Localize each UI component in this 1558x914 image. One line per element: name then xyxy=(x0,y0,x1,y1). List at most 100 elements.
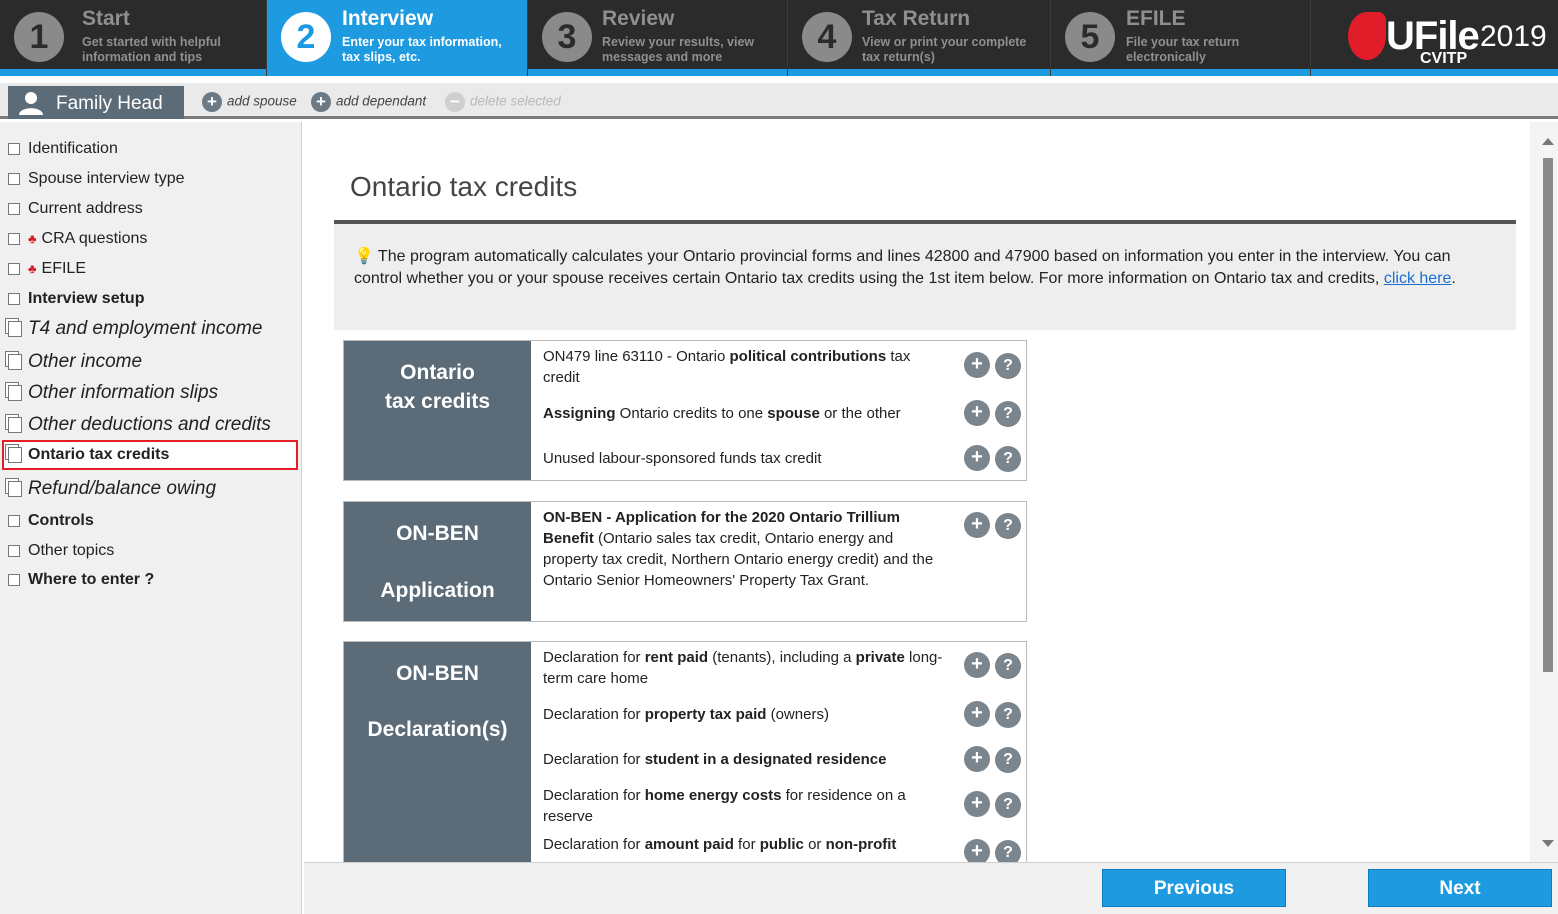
row-student-residence: Declaration for student in a designated … xyxy=(543,751,887,768)
add-icon[interactable]: + xyxy=(964,839,990,862)
main-content: Ontario tax credits 💡 The program automat… xyxy=(304,122,1530,862)
help-icon[interactable]: ? xyxy=(995,446,1021,472)
nav-efile[interactable]: ♣ EFILE xyxy=(8,260,86,278)
nav-refund-balance-owing[interactable]: Refund/balance owing xyxy=(8,478,216,500)
checkbox-icon xyxy=(8,292,20,305)
row-property-tax: Declaration for property tax paid (owner… xyxy=(543,706,829,723)
add-icon[interactable]: + xyxy=(964,352,990,378)
add-icon[interactable]: + xyxy=(964,512,990,538)
family-head-tab[interactable]: Family Head xyxy=(8,86,184,119)
help-icon[interactable]: ? xyxy=(995,840,1021,862)
row-on-ben-application: ON-BEN - Application for the 2020 Ontari… xyxy=(543,509,934,589)
logo-year: 2019 xyxy=(1480,20,1547,53)
previous-button[interactable]: Previous xyxy=(1102,869,1286,907)
pages-icon xyxy=(8,320,22,337)
row-actions: +? xyxy=(964,445,1026,472)
vertical-scrollbar[interactable] xyxy=(1530,122,1558,862)
group-label: ON-BEN Declaration(s) xyxy=(344,642,531,862)
nav-other-deductions-credits[interactable]: Other deductions and credits xyxy=(8,414,271,436)
nav-other-topics[interactable]: Other topics xyxy=(8,542,114,560)
help-icon[interactable]: ? xyxy=(995,401,1021,427)
ufile-logo: UFile 2019 CVITP xyxy=(1330,4,1550,70)
nav-controls[interactable]: Controls xyxy=(8,512,94,530)
step-subtitle: File your tax return electronically xyxy=(1126,35,1240,64)
click-here-link[interactable]: click here xyxy=(1384,270,1452,287)
step-subtitle: Review your results, view messages and mo… xyxy=(602,35,755,64)
help-icon[interactable]: ? xyxy=(995,747,1021,773)
row-amount-paid: Declaration for amount paid for public o… xyxy=(543,836,897,853)
info-panel: 💡 The program automatically calculates yo… xyxy=(334,224,1516,330)
checkbox-icon xyxy=(8,202,20,215)
step-subtitle: View or print your complete tax return(s) xyxy=(862,35,1027,64)
logo-edition: CVITP xyxy=(1420,50,1468,67)
nav-spouse-interview-type[interactable]: Spouse interview type xyxy=(8,170,185,188)
family-member-bar: Family Head + add spouse + add dependant −… xyxy=(0,83,1558,119)
nav-other-income[interactable]: Other income xyxy=(8,351,142,373)
add-icon[interactable]: + xyxy=(964,652,990,678)
nav-t4-employment-income[interactable]: T4 and employment income xyxy=(8,318,262,340)
step-review[interactable]: 3 Review Review your results, view messag… xyxy=(528,0,788,76)
group-label: Ontario tax credits xyxy=(344,341,531,480)
help-icon[interactable]: ? xyxy=(995,353,1021,379)
checkbox-icon xyxy=(8,262,20,275)
pages-icon xyxy=(8,416,22,433)
delete-selected-button[interactable]: − delete selected xyxy=(445,92,561,114)
interview-sidebar: Identification Spouse interview type Cur… xyxy=(0,122,302,914)
nav-cra-questions[interactable]: ♣ CRA questions xyxy=(8,230,147,248)
step-number: 1 xyxy=(14,12,64,62)
top-step-bar: 1 Start Get started with helpful informat… xyxy=(0,0,1558,76)
step-tax-return[interactable]: 4 Tax Return View or print your complete… xyxy=(788,0,1051,76)
step-interview[interactable]: 2 Interview Enter your tax information, t… xyxy=(267,0,528,76)
step-title: Interview xyxy=(342,7,434,30)
step-subtitle: Enter your tax information, tax slips, et… xyxy=(342,35,502,64)
help-icon[interactable]: ? xyxy=(995,792,1021,818)
add-icon[interactable]: + xyxy=(964,701,990,727)
add-dependant-button[interactable]: + add dependant xyxy=(311,92,426,114)
next-button[interactable]: Next xyxy=(1368,869,1552,907)
minus-circle-icon: − xyxy=(445,92,465,112)
pages-icon xyxy=(8,480,22,497)
step-subtitle: Get started with helpful information and … xyxy=(82,35,221,64)
row-actions: +? xyxy=(964,400,1026,427)
help-icon[interactable]: ? xyxy=(995,653,1021,679)
add-icon[interactable]: + xyxy=(964,400,990,426)
row-actions: +? xyxy=(964,839,1026,862)
maple-leaf-icon xyxy=(1348,12,1386,60)
checkbox-icon xyxy=(8,232,20,245)
step-number: 5 xyxy=(1065,12,1115,62)
nav-current-address[interactable]: Current address xyxy=(8,200,143,218)
plus-circle-icon: + xyxy=(311,92,331,112)
scroll-up-arrow-icon[interactable] xyxy=(1542,138,1554,145)
maple-leaf-icon: ♣ xyxy=(28,261,37,276)
checkbox-icon xyxy=(8,514,20,527)
nav-other-information-slips[interactable]: Other information slips xyxy=(8,382,218,404)
add-spouse-button[interactable]: + add spouse xyxy=(202,92,297,114)
scroll-thumb[interactable] xyxy=(1543,158,1553,672)
row-political-contributions: ON479 line 63110 - Ontario political con… xyxy=(543,348,911,386)
add-icon[interactable]: + xyxy=(964,791,990,817)
row-assigning-credits: Assigning Ontario credits to one spouse … xyxy=(543,405,901,422)
nav-where-to-enter[interactable]: Where to enter ? xyxy=(8,571,154,589)
add-icon[interactable]: + xyxy=(964,445,990,471)
row-labour-sponsored: Unused labour-sponsored funds tax credit xyxy=(543,450,822,467)
group-label: ON-BEN Application xyxy=(344,502,531,621)
scroll-down-arrow-icon[interactable] xyxy=(1542,840,1554,847)
row-home-energy: Declaration for home energy costs for re… xyxy=(543,787,906,825)
family-head-label: Family Head xyxy=(56,93,163,114)
add-icon[interactable]: + xyxy=(964,746,990,772)
pages-icon xyxy=(8,446,22,463)
plus-circle-icon: + xyxy=(202,92,222,112)
step-efile[interactable]: 5 EFILE File your tax return electronical… xyxy=(1051,0,1311,76)
nav-identification[interactable]: Identification xyxy=(8,140,118,158)
help-icon[interactable]: ? xyxy=(995,702,1021,728)
step-number: 4 xyxy=(802,12,852,62)
footer-bar: Previous Next xyxy=(304,862,1558,914)
help-icon[interactable]: ? xyxy=(995,513,1021,539)
step-start[interactable]: 1 Start Get started with helpful informat… xyxy=(0,0,267,76)
step-number: 3 xyxy=(542,12,592,62)
checkbox-icon xyxy=(8,573,20,586)
row-actions: +? xyxy=(964,746,1026,773)
nav-ontario-tax-credits[interactable]: Ontario tax credits xyxy=(2,440,298,470)
maple-leaf-icon: ♣ xyxy=(28,231,37,246)
nav-interview-setup[interactable]: Interview setup xyxy=(8,290,144,308)
